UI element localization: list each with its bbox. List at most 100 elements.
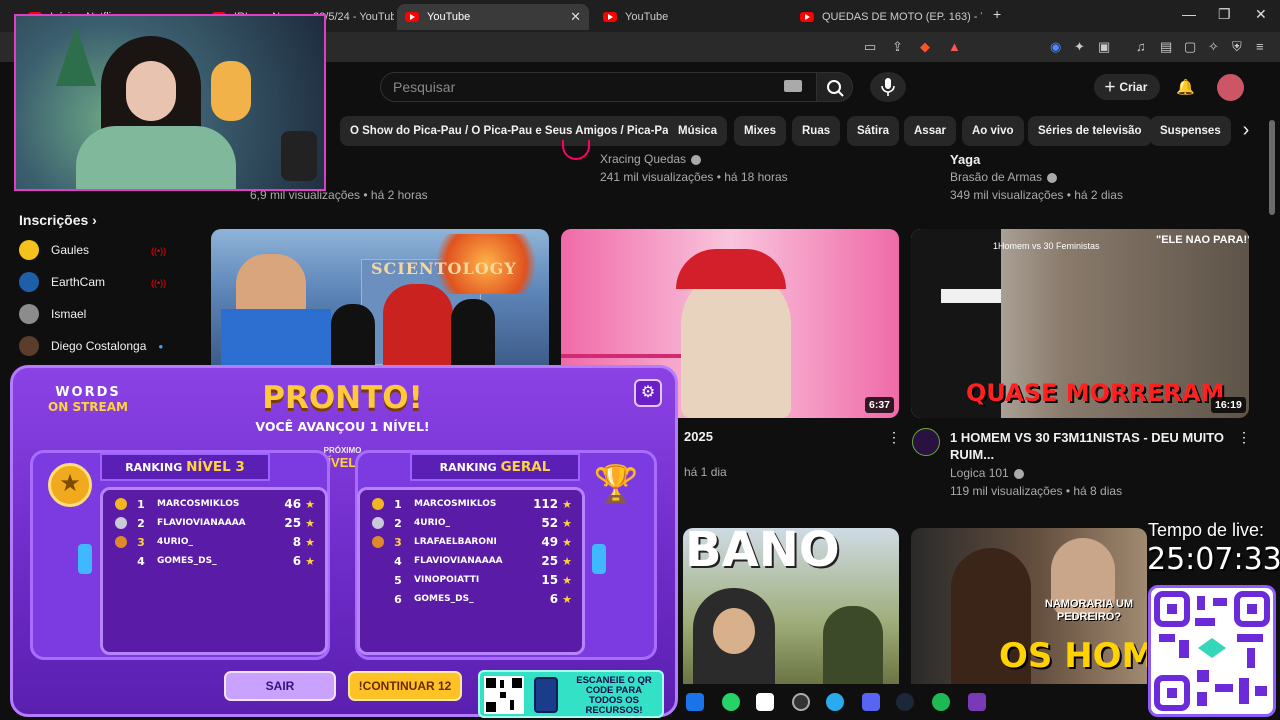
star-icon: ★	[562, 516, 572, 530]
thumb-big-text: QUASE MORRERAM	[966, 379, 1225, 407]
video-channel[interactable]: Brasão de Armas	[950, 170, 1058, 184]
plus-icon: ＋	[1104, 80, 1120, 94]
whatsapp-icon[interactable]	[722, 693, 740, 711]
gold-medal-icon	[372, 498, 384, 510]
share-icon[interactable]: ⇪	[892, 39, 903, 55]
star-icon: ★	[305, 497, 315, 511]
capcut-icon[interactable]	[756, 693, 774, 711]
search-input[interactable]: Pesquisar	[380, 72, 817, 102]
telegram-icon[interactable]	[826, 693, 844, 711]
close-window-button[interactable]: ✕	[1255, 6, 1267, 23]
result-subtitle: VOCÊ AVANÇOU 1 NÍVEL!	[255, 419, 430, 434]
star-icon: ★	[305, 554, 315, 568]
audio-icon[interactable]: ◉	[1050, 39, 1061, 55]
video-thumbnail[interactable]: 1Homem vs 30 Feministas "ELE NAO PARA!" …	[911, 229, 1249, 418]
chip-pica-pau[interactable]: O Show do Pica-Pau / O Pica-Pau e Seus A…	[340, 116, 686, 146]
menu-icon[interactable]: ≡	[1256, 39, 1264, 54]
video-thumbnail[interactable]: NAMORARIA UM PEDREIRO? OS HOM	[911, 528, 1147, 684]
side-arrow-icon	[592, 544, 606, 574]
new-content-dot: ●	[158, 341, 164, 351]
sidebar-item-diego-costalonga[interactable]: Diego Costalonga ●	[19, 335, 199, 357]
tab-youtube-active[interactable]: YouTube ✕	[397, 4, 589, 30]
steam-icon[interactable]	[896, 693, 914, 711]
screenshot-icon[interactable]: ▣	[1098, 39, 1110, 55]
minimize-button[interactable]: —	[1182, 6, 1196, 22]
maximize-button[interactable]: ❐	[1218, 6, 1231, 23]
keyboard-icon[interactable]	[784, 80, 802, 92]
chip-ao-vivo[interactable]: Ao vivo	[962, 116, 1024, 146]
new-tab-button[interactable]: +	[993, 6, 1001, 22]
video-thumbnail[interactable]: SCIENTOLOGY	[211, 229, 549, 365]
store-icon[interactable]	[686, 693, 704, 711]
media-icon[interactable]: ♫	[1136, 39, 1146, 54]
spotify-icon[interactable]	[932, 693, 950, 711]
notifications-bell-icon[interactable]: 🔔	[1176, 78, 1195, 96]
video-channel[interactable]: Xracing Quedas	[600, 152, 702, 166]
account-avatar[interactable]	[1217, 74, 1244, 101]
app-icon[interactable]	[968, 693, 986, 711]
continue-button[interactable]: !CONTINUAR 12	[348, 671, 462, 701]
vpn-icon[interactable]: ⛨	[1232, 39, 1242, 55]
chip-assar[interactable]: Assar	[904, 116, 956, 146]
brave-shield-icon[interactable]: ◆	[920, 39, 930, 55]
extensions-icon[interactable]: ✦	[1074, 39, 1085, 55]
leaderboard-row: 3 LRAFAELBARONI 49 ★	[372, 533, 572, 551]
thumb-caption: 1Homem vs 30 Feministas	[993, 241, 1100, 251]
leaderboard-row: 5 VINOPOIATTI 15 ★	[394, 573, 572, 587]
chip-satira[interactable]: Sátira	[847, 116, 899, 146]
channel-avatar[interactable]	[912, 428, 940, 456]
sidebar-toggle-icon[interactable]: ▤	[1160, 39, 1172, 55]
tab-quedas-de-moto[interactable]: QUEDAS DE MOTO (EP. 163) - YouTube	[792, 4, 982, 30]
video-channel[interactable]: Logica 101	[950, 466, 1024, 480]
subscriptions-heading[interactable]: Inscrições ›	[19, 212, 97, 228]
face-shape	[713, 608, 755, 654]
star-icon: ★	[562, 573, 572, 587]
eye-slit-shape	[941, 289, 1001, 303]
more-options-icon[interactable]: ⋮	[887, 429, 901, 446]
cast-icon[interactable]: ▭	[864, 39, 876, 55]
thumb-big-text: OS HOM	[999, 636, 1147, 676]
video-title[interactable]: 1 HOMEM VS 30 F3M11NISTAS - DEU MUITO RU…	[950, 429, 1230, 463]
close-tab-icon[interactable]: ✕	[570, 9, 581, 25]
more-options-icon[interactable]: ⋮	[1237, 429, 1251, 446]
sidebar-item-ismael[interactable]: Ismael	[19, 303, 199, 325]
global-ranking-header: RANKING GERAL	[410, 453, 580, 481]
video-thumbnail[interactable]: BANO	[683, 528, 899, 684]
chip-mixes[interactable]: Mixes	[734, 116, 786, 146]
chip-series[interactable]: Séries de televisão	[1028, 116, 1152, 146]
voice-search-button[interactable]	[870, 72, 906, 102]
search-button[interactable]	[816, 72, 853, 102]
youtube-icon	[800, 12, 814, 22]
chip-ruas[interactable]: Ruas	[792, 116, 841, 146]
discord-icon[interactable]	[862, 693, 880, 711]
person-shape	[451, 299, 495, 365]
settings-gear-icon[interactable]: ⚙	[634, 379, 662, 407]
tab-youtube[interactable]: YouTube	[595, 4, 785, 30]
thumb-big-text: BANO	[685, 528, 840, 578]
chip-suspenses[interactable]: Suspenses	[1150, 116, 1231, 146]
leaderboard-row: 2 4URIO_ 52 ★	[372, 514, 572, 532]
chevron-right-icon[interactable]: ›	[1232, 116, 1260, 146]
create-button[interactable]: ＋ Criar	[1094, 74, 1160, 100]
wallet-icon[interactable]: ▢	[1184, 39, 1196, 55]
thumb-caption: NAMORARIA UM PEDREIRO?	[1044, 598, 1134, 623]
obs-icon[interactable]	[792, 693, 810, 711]
sidebar-item-earthcam[interactable]: EarthCam	[19, 271, 199, 293]
brave-rewards-icon[interactable]: ▲	[948, 39, 961, 54]
qr-promo[interactable]: ESCANEIE O QR CODE PARA TODOS OS RECURSO…	[478, 670, 664, 718]
video-title[interactable]: Yaga	[950, 152, 980, 167]
exit-button[interactable]: SAIR	[224, 671, 336, 701]
chip-musica[interactable]: Música	[668, 116, 727, 146]
outfit-shape	[76, 126, 236, 189]
leo-icon[interactable]: ✧	[1208, 39, 1219, 55]
face-shape	[126, 61, 176, 121]
live-icon: ((•))	[151, 278, 167, 288]
silver-medal-icon	[115, 517, 127, 529]
channel-avatar[interactable]	[562, 140, 590, 160]
page-scrollbar[interactable]	[1269, 120, 1275, 215]
screen: Início - Netflix IRL em Nagoya 22/5/24 -…	[0, 0, 1280, 720]
duration-badge: 6:37	[865, 397, 895, 413]
star-icon: ★	[305, 535, 315, 549]
sidebar-item-gaules[interactable]: Gaules	[19, 239, 199, 261]
video-title[interactable]: 2025	[684, 429, 713, 444]
